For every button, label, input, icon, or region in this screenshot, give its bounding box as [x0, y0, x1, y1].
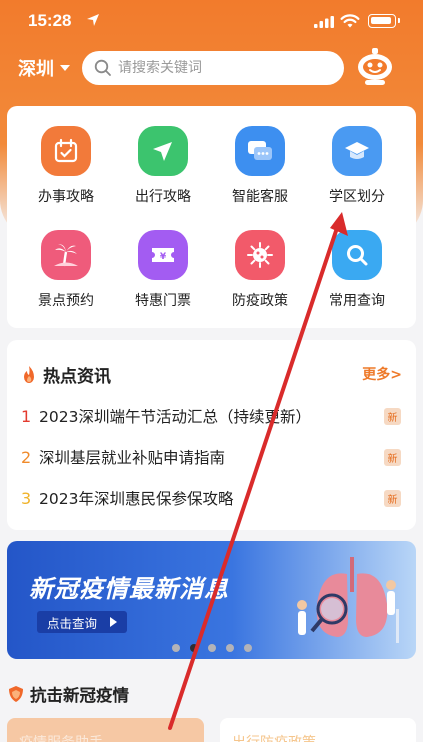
news-text: 2023年深圳惠民保参保攻略	[39, 490, 234, 508]
flame-icon	[24, 365, 34, 383]
service-label: 智能客服	[232, 189, 288, 205]
service-common-query[interactable]: 常用查询	[307, 230, 407, 310]
new-badge: 新	[384, 407, 401, 425]
news-item[interactable]: 1 2023深圳端午节活动汇总（持续更新） 新	[21, 405, 401, 427]
service-label: 学区划分	[329, 189, 385, 205]
play-triangle-icon	[110, 617, 118, 627]
location-arrow-icon	[87, 14, 99, 26]
service-label: 出行攻略	[135, 189, 191, 205]
virus-icon	[235, 230, 285, 280]
pagination-dot[interactable]	[172, 644, 180, 652]
new-badge: 新	[384, 448, 401, 466]
shield-icon	[9, 686, 23, 702]
pagination-dot[interactable]	[244, 644, 252, 652]
news-text: 2023深圳端午节活动汇总（持续更新）	[39, 408, 311, 426]
news-rank: 1	[21, 406, 32, 426]
graduation-cap-icon	[332, 126, 382, 176]
search-input[interactable]	[118, 60, 318, 76]
status-time: 15:28	[28, 11, 72, 30]
service-label: 景点预约	[38, 293, 94, 309]
service-travel[interactable]: 出行攻略	[113, 126, 213, 206]
svg-text:¥: ¥	[160, 252, 167, 262]
news-rank: 3	[21, 488, 32, 508]
hot-news-panel: 热点资讯 更多> 1 2023深圳端午节活动汇总（持续更新） 新 2 深圳基层就…	[7, 340, 416, 530]
search-icon	[94, 59, 111, 76]
battery-icon	[368, 14, 400, 28]
status-bar: 15:28	[0, 0, 423, 44]
lungs-illustration	[297, 557, 399, 643]
cellular-signal-icon	[314, 16, 334, 28]
ticket-icon: ¥	[138, 230, 188, 280]
hot-news-title: 热点资讯	[21, 362, 111, 387]
service-school-district[interactable]: 学区划分	[307, 126, 407, 206]
anti-covid-section-title: 抗击新冠疫情	[8, 682, 129, 706]
service-label: 常用查询	[329, 293, 385, 309]
calendar-icon	[41, 126, 91, 176]
more-news-link[interactable]: 更多>	[362, 364, 402, 384]
service-label: 办事攻略	[38, 189, 94, 205]
card-label: 疫情服务助手	[19, 732, 103, 742]
news-item[interactable]: 3 2023年深圳惠民保参保攻略 新	[21, 487, 401, 509]
banner-title: 新冠疫情最新消息	[29, 575, 229, 603]
hot-news-label: 热点资讯	[43, 367, 111, 387]
card-label: 出行防疫政策	[232, 732, 316, 742]
chevron-down-icon	[60, 65, 70, 71]
covid-service-card[interactable]: 疫情服务助手	[7, 718, 204, 742]
search-icon	[332, 230, 382, 280]
search-bar[interactable]	[82, 51, 344, 85]
robot-assistant-icon[interactable]	[355, 47, 395, 87]
service-chatbot[interactable]: 智能客服	[210, 126, 310, 206]
news-item[interactable]: 2 深圳基层就业补贴申请指南 新	[21, 446, 401, 468]
city-selector[interactable]: 深圳	[18, 55, 70, 81]
palm-tree-icon	[41, 230, 91, 280]
pagination-dot[interactable]	[208, 644, 216, 652]
news-text: 深圳基层就业补贴申请指南	[39, 449, 226, 467]
send-icon	[138, 126, 188, 176]
banner-query-button[interactable]: 点击查询	[37, 611, 128, 633]
service-label: 防疫政策	[232, 293, 288, 309]
section-title-label: 抗击新冠疫情	[30, 686, 129, 705]
news-rank: 2	[21, 447, 32, 467]
service-epidemic-policy[interactable]: 防疫政策	[210, 230, 310, 310]
service-guide[interactable]: 办事攻略	[16, 126, 116, 206]
wifi-icon	[340, 14, 360, 28]
banner-pagination	[172, 644, 252, 652]
city-label: 深圳	[18, 59, 54, 80]
services-panel: 办事攻略 出行攻略 智能客服 学区划分 景点预约 ¥ 特惠门票 防疫政策 常用查…	[7, 106, 416, 328]
banner-button-label: 点击查询	[47, 615, 98, 631]
service-attraction-booking[interactable]: 景点预约	[16, 230, 116, 310]
service-discount-tickets[interactable]: ¥ 特惠门票	[113, 230, 213, 310]
covid-news-banner[interactable]: 新冠疫情最新消息 点击查询	[7, 541, 416, 659]
travel-policy-card[interactable]: 出行防疫政策	[220, 718, 416, 742]
chat-icon	[235, 126, 285, 176]
service-label: 特惠门票	[135, 293, 191, 309]
pagination-dot-active[interactable]	[190, 644, 198, 652]
pagination-dot[interactable]	[226, 644, 234, 652]
new-badge: 新	[384, 489, 401, 507]
